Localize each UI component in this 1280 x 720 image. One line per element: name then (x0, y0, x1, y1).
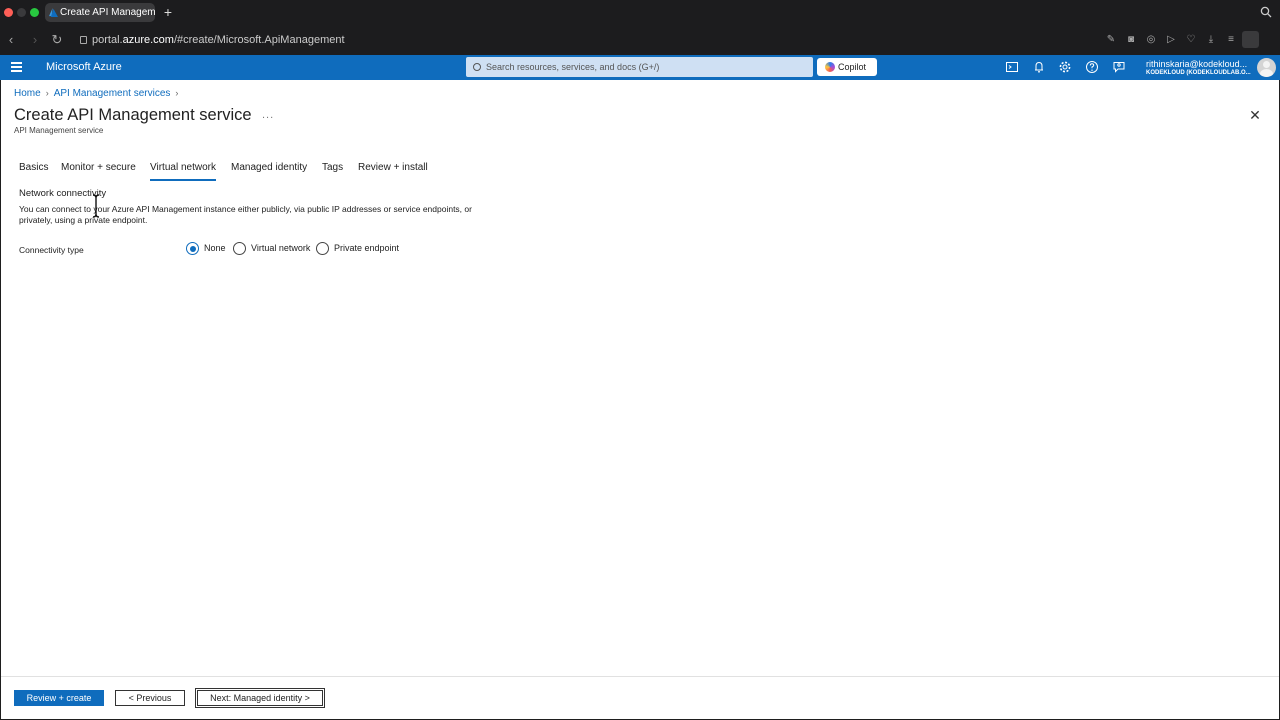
search-placeholder: Search resources, services, and docs (G+… (486, 62, 660, 72)
wizard-footer: Review + create < Previous Next: Managed… (1, 676, 1279, 719)
tab-basics[interactable]: Basics (19, 161, 48, 175)
account-name: rithinskaria@kodekloud... (1146, 59, 1248, 69)
tab-managed-identity[interactable]: Managed identity (231, 161, 307, 175)
heart-icon[interactable]: ♡ (1184, 33, 1198, 47)
tab-review-install[interactable]: Review + install (358, 161, 428, 175)
azure-header: Microsoft Azure Search resources, servic… (0, 55, 1280, 80)
azure-icon (49, 8, 58, 17)
play-icon[interactable]: ▷ (1164, 33, 1178, 47)
copilot-icon (825, 62, 835, 72)
radio-private-endpoint-label: Private endpoint (334, 243, 400, 253)
radio-none-label: None (204, 243, 226, 253)
avatar[interactable] (1257, 58, 1276, 77)
more-options-button[interactable]: ... (262, 109, 274, 121)
account-org: KODEKLOUD (KODEKLOUDLAB.O... (1146, 70, 1251, 76)
url-field[interactable]: portal.azure.com/#create/Microsoft.ApiMa… (80, 33, 345, 47)
shield-icon[interactable]: ◎ (1144, 33, 1158, 47)
radio-unchecked-icon (316, 242, 329, 255)
radio-none[interactable]: None (186, 242, 226, 255)
menu-icon[interactable]: ≡ (1224, 33, 1238, 47)
profile-icon[interactable] (1242, 31, 1259, 48)
breadcrumb-home[interactable]: Home (14, 88, 41, 99)
next-managed-identity-button[interactable]: Next: Managed identity > (195, 688, 325, 708)
breadcrumb-api-management-services[interactable]: API Management services (54, 88, 171, 99)
browser-tab-title: Create API Management (60, 7, 155, 18)
bell-icon[interactable] (1032, 60, 1046, 74)
edit-icon[interactable]: ✎ (1104, 33, 1118, 47)
page-title: Create API Management service (14, 106, 252, 124)
search-icon (473, 63, 481, 71)
section-description: You can connect to your Azure API Manage… (19, 204, 472, 225)
radio-virtual-network-label: Virtual network (251, 243, 311, 253)
tab-virtual-network[interactable]: Virtual network (150, 161, 216, 181)
radio-checked-icon (186, 242, 199, 255)
feedback-icon[interactable] (1112, 60, 1126, 74)
lock-icon (80, 36, 87, 44)
chevron-right-icon: › (175, 88, 179, 98)
radio-virtual-network[interactable]: Virtual network (233, 242, 310, 255)
minimize-window-button[interactable] (17, 8, 26, 17)
copilot-label: Copilot (838, 62, 867, 72)
search-icon[interactable] (1260, 6, 1272, 18)
gear-icon[interactable] (1058, 60, 1072, 74)
browser-tab-bar: Create API Management + (0, 0, 1280, 26)
back-icon[interactable]: ‹ (4, 33, 18, 47)
tab-tags[interactable]: Tags (322, 161, 343, 175)
review-create-button[interactable]: Review + create (14, 690, 104, 706)
account-menu[interactable]: rithinskaria@kodekloud... KODEKLOUD (KOD… (1146, 59, 1251, 78)
address-bar: ‹ › ↻ portal.azure.com/#create/Microsoft… (0, 26, 1280, 74)
help-icon[interactable] (1085, 60, 1099, 74)
forward-icon[interactable]: › (28, 33, 42, 47)
breadcrumb: Home › API Management services › (14, 87, 183, 100)
chevron-right-icon: › (45, 88, 49, 98)
search-input[interactable]: Search resources, services, and docs (G+… (466, 57, 813, 77)
radio-unchecked-icon (233, 242, 246, 255)
page-subtitle: API Management service (14, 126, 104, 135)
close-window-button[interactable] (4, 8, 13, 17)
tab-monitor-secure[interactable]: Monitor + secure (61, 161, 136, 175)
maximize-window-button[interactable] (30, 8, 39, 17)
connectivity-type-label: Connectivity type (19, 245, 84, 255)
create-service-blade: Home › API Management services › Create API… (1, 80, 1279, 719)
download-icon[interactable]: ⤓ (1204, 33, 1218, 47)
camera-icon[interactable]: ◙ (1124, 33, 1138, 47)
brand-label[interactable]: Microsoft Azure (46, 61, 122, 74)
previous-button[interactable]: < Previous (115, 690, 185, 706)
new-tab-icon[interactable]: + (161, 4, 175, 20)
reload-icon[interactable]: ↻ (50, 33, 64, 47)
cloud-shell-icon[interactable] (1005, 60, 1019, 74)
hamburger-menu-icon[interactable] (11, 62, 22, 74)
close-icon[interactable]: ✕ (1248, 108, 1262, 122)
copilot-button[interactable]: Copilot (817, 58, 877, 76)
browser-tab[interactable]: Create API Management (45, 3, 155, 22)
radio-private-endpoint[interactable]: Private endpoint (316, 242, 399, 255)
text-cursor-icon (92, 194, 100, 218)
